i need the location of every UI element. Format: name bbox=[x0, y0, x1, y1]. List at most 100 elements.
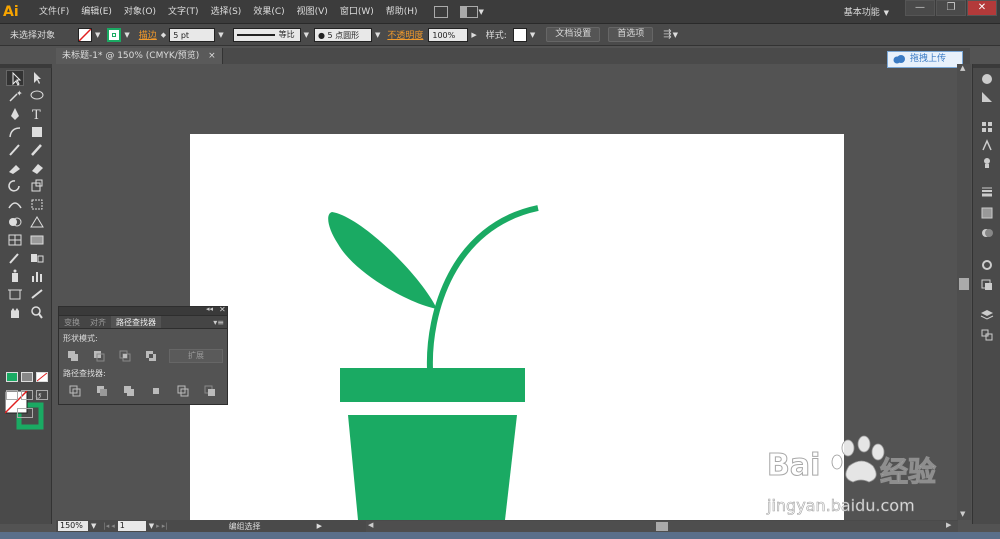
eyedropper-tool-icon[interactable] bbox=[6, 250, 24, 266]
rotate-tool-icon[interactable] bbox=[6, 178, 24, 194]
gradient-tool-icon[interactable] bbox=[28, 232, 46, 248]
minus-front-icon[interactable] bbox=[93, 350, 105, 362]
rectangle-tool-icon[interactable] bbox=[28, 124, 46, 140]
chevron-down-icon[interactable]: ▼ bbox=[91, 522, 96, 530]
shape-builder-tool-icon[interactable] bbox=[6, 214, 24, 230]
align-options-icon[interactable]: ⇶ bbox=[663, 29, 671, 40]
menu-window[interactable]: 窗口(W) bbox=[334, 0, 380, 24]
draw-normal-icon[interactable] bbox=[6, 390, 18, 400]
chevron-down-icon[interactable]: ▼ bbox=[530, 31, 535, 39]
swatches-icon[interactable] bbox=[980, 120, 994, 134]
scroll-thumb[interactable] bbox=[656, 522, 668, 531]
chevron-down-icon[interactable]: ▼ bbox=[673, 31, 678, 39]
minus-back-icon[interactable] bbox=[204, 385, 216, 397]
graphic-styles-icon[interactable] bbox=[980, 278, 994, 292]
collapse-icon[interactable]: ◂◂ bbox=[206, 305, 213, 313]
tab-pathfinder[interactable]: 路径查找器 bbox=[111, 316, 161, 328]
direct-selection-tool-icon[interactable] bbox=[28, 70, 46, 86]
artboard-tool-icon[interactable] bbox=[6, 286, 24, 302]
pen-tool-icon[interactable] bbox=[6, 106, 24, 122]
free-transform-tool-icon[interactable] bbox=[28, 196, 46, 212]
hand-tool-icon[interactable] bbox=[6, 304, 24, 320]
horizontal-scrollbar[interactable]: ◀ ▶ bbox=[366, 521, 958, 532]
stroke-profile-select[interactable]: 等比 bbox=[232, 27, 301, 42]
artboards-icon[interactable] bbox=[980, 328, 994, 342]
stepper-icon[interactable]: ◆ bbox=[161, 31, 166, 39]
exclude-icon[interactable] bbox=[145, 350, 157, 362]
scroll-thumb[interactable] bbox=[959, 278, 969, 290]
bridge-icon[interactable] bbox=[433, 5, 448, 18]
menu-help[interactable]: 帮助(H) bbox=[380, 0, 424, 24]
menu-select[interactable]: 选择(S) bbox=[205, 0, 248, 24]
type-tool-icon[interactable]: T bbox=[28, 106, 46, 123]
brush-select[interactable]: ● 5 点圆形 bbox=[313, 27, 372, 42]
menu-type[interactable]: 文字(T) bbox=[162, 0, 205, 24]
line-segment-tool-icon[interactable] bbox=[6, 124, 24, 140]
chevron-down-icon[interactable]: ▼ bbox=[149, 522, 154, 530]
tab-transform[interactable]: 变换 bbox=[59, 316, 85, 328]
divide-icon[interactable] bbox=[69, 385, 81, 397]
color-mode-button[interactable] bbox=[6, 372, 18, 382]
color-icon[interactable] bbox=[980, 72, 994, 86]
zoom-tool-icon[interactable] bbox=[28, 304, 46, 320]
menu-view[interactable]: 视图(V) bbox=[291, 0, 334, 24]
style-swatch[interactable] bbox=[512, 27, 527, 42]
color-guide-icon[interactable] bbox=[980, 90, 994, 104]
chevron-down-icon[interactable]: ▼ bbox=[479, 8, 484, 16]
upload-button[interactable]: 拖拽上传 bbox=[887, 51, 963, 68]
status-menu-icon[interactable]: ▶ bbox=[317, 522, 322, 530]
chevron-down-icon[interactable]: ▼ bbox=[218, 31, 223, 39]
appearance-icon[interactable] bbox=[980, 258, 994, 272]
selection-tool-icon[interactable] bbox=[6, 70, 24, 86]
menu-effect[interactable]: 效果(C) bbox=[247, 0, 290, 24]
artboard[interactable] bbox=[190, 134, 844, 520]
next-page-icon[interactable]: ▸ bbox=[156, 522, 160, 530]
outline-icon[interactable] bbox=[177, 385, 189, 397]
menu-edit[interactable]: 编辑(E) bbox=[75, 0, 118, 24]
draw-inside-icon[interactable] bbox=[36, 390, 48, 400]
layers-icon[interactable] bbox=[980, 308, 994, 322]
unite-icon[interactable] bbox=[67, 350, 79, 362]
transparency-icon[interactable] bbox=[980, 226, 994, 240]
panel-titlebar[interactable]: ◂◂ ✕ bbox=[59, 305, 227, 316]
close-window-button[interactable]: ✕ bbox=[967, 0, 997, 16]
scroll-left-icon[interactable]: ◀ bbox=[368, 521, 373, 529]
close-panel-icon[interactable]: ✕ bbox=[219, 305, 226, 314]
scroll-right-icon[interactable]: ▶ bbox=[946, 521, 951, 529]
fill-swatch[interactable] bbox=[78, 27, 92, 42]
tab-align[interactable]: 对齐 bbox=[85, 316, 111, 328]
brushes-icon[interactable] bbox=[980, 138, 994, 152]
opacity-label[interactable]: 不透明度 bbox=[387, 28, 423, 41]
none-mode-button[interactable] bbox=[36, 372, 48, 382]
expand-button[interactable]: 扩展 bbox=[169, 349, 223, 363]
paintbrush-tool-icon[interactable] bbox=[6, 142, 24, 158]
arrange-documents-icon[interactable] bbox=[459, 5, 478, 18]
chevron-down-icon[interactable]: ▼ bbox=[375, 31, 380, 39]
slice-tool-icon[interactable] bbox=[28, 286, 46, 302]
stroke-weight-field[interactable]: 5 pt bbox=[169, 27, 216, 42]
stroke-panel-icon[interactable] bbox=[980, 184, 994, 198]
eraser-tool-icon[interactable] bbox=[28, 160, 46, 176]
blend-tool-icon[interactable] bbox=[28, 250, 46, 266]
menu-file[interactable]: 文件(F) bbox=[33, 0, 75, 24]
width-tool-icon[interactable] bbox=[6, 196, 24, 212]
document-setup-button[interactable]: 文档设置 bbox=[546, 27, 601, 42]
gradient-mode-button[interactable] bbox=[21, 372, 33, 382]
column-graph-tool-icon[interactable] bbox=[28, 268, 46, 284]
document-tab[interactable]: 未标题-1* @ 150% (CMYK/预览) × bbox=[56, 48, 223, 64]
crop-icon[interactable] bbox=[150, 385, 162, 397]
opacity-field[interactable]: 100% bbox=[428, 27, 469, 42]
chevron-right-icon[interactable]: ▶ bbox=[471, 31, 476, 39]
close-tab-icon[interactable]: × bbox=[208, 51, 216, 61]
intersect-icon[interactable] bbox=[119, 350, 131, 362]
menu-object[interactable]: 对象(O) bbox=[118, 0, 162, 24]
workspace-switcher[interactable]: 基本功能 ▼ bbox=[844, 5, 890, 18]
lasso-tool-icon[interactable] bbox=[28, 88, 46, 104]
draw-behind-icon[interactable] bbox=[21, 390, 33, 400]
preferences-button[interactable]: 首选项 bbox=[608, 27, 654, 42]
blob-brush-tool-icon[interactable] bbox=[6, 160, 24, 176]
scale-tool-icon[interactable] bbox=[28, 178, 46, 194]
zoom-field[interactable]: 150% bbox=[58, 521, 88, 531]
maximize-button[interactable]: ❐ bbox=[936, 0, 966, 16]
first-page-icon[interactable]: |◂ bbox=[103, 522, 109, 530]
